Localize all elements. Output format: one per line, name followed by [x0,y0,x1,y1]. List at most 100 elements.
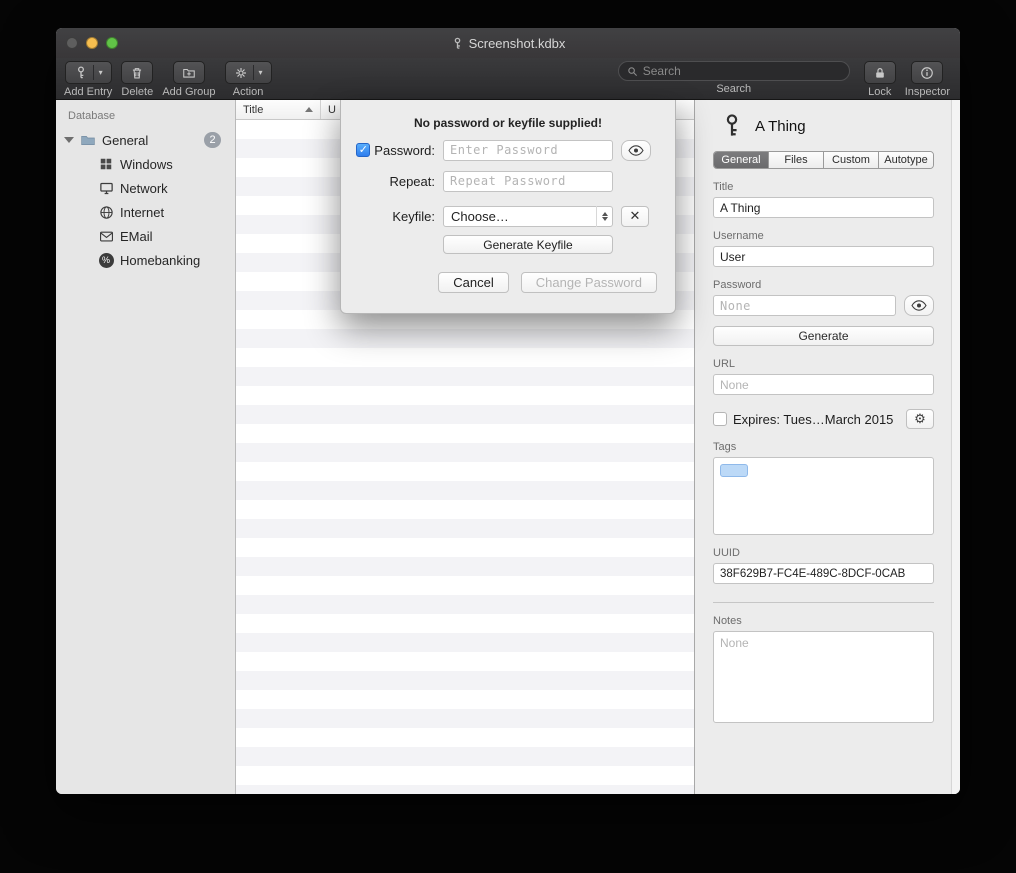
window-title-wrap: Screenshot.kdbx [56,36,960,51]
monitor-icon [98,180,114,196]
inspector-panel: A Thing General Files Custom Autotype Ti… [695,100,960,794]
action-button[interactable]: ▾ [225,61,272,84]
search-input[interactable] [643,64,841,78]
trash-icon [130,66,144,80]
add-entry-label: Add Entry [64,86,112,98]
clear-keyfile-button[interactable]: ✕ [621,206,649,227]
password-field[interactable] [713,295,896,316]
tag-chip[interactable] [720,464,748,477]
tab-autotype[interactable]: Autotype [879,152,933,168]
username-field[interactable] [713,246,934,267]
titlebar: Screenshot.kdbx [56,28,960,58]
column-username-label: U [328,104,336,116]
envelope-icon [98,228,114,244]
sidebar-item-label: Network [120,181,168,196]
delete-item: Delete [121,61,153,98]
inspector-button[interactable] [911,61,943,84]
sidebar-item-email[interactable]: EMail [56,224,235,248]
sidebar-item-general[interactable]: General 2 [56,128,235,152]
dialog-password-row: ✓ Password: [355,139,657,161]
repeat-label: Repeat: [355,174,443,189]
inspector-tabs: General Files Custom Autotype [713,151,934,169]
notes-field[interactable] [713,631,934,723]
username-label: Username [713,230,934,242]
keyfile-value: Choose… [451,209,509,224]
sidebar-item-windows[interactable]: Windows [56,152,235,176]
sidebar-item-label: EMail [120,229,153,244]
gear-icon [234,66,248,80]
sidebar-item-network[interactable]: Network [56,176,235,200]
count-badge: 2 [204,132,221,148]
window-title: Screenshot.kdbx [469,36,566,51]
app-window: Screenshot.kdbx ▾ Add Entry [56,28,960,794]
search-item: Search [618,61,850,95]
keyfile-popup[interactable]: Choose… [443,206,613,227]
chevron-down-icon[interactable]: ▾ [99,69,103,77]
sidebar-item-internet[interactable]: Internet [56,200,235,224]
tab-files[interactable]: Files [769,152,824,168]
dialog-actions: Cancel Change Password [341,272,657,293]
generate-keyfile-button[interactable]: Generate Keyfile [443,235,613,254]
action-item: ▾ Action [225,61,272,98]
dialog-keyfile-row: Keyfile: Choose… ✕ [355,205,657,227]
coin-percent-icon: % [98,252,114,268]
document-proxy-icon[interactable] [451,37,464,50]
password-checkbox[interactable]: ✓ [356,143,370,157]
tags-label: Tags [713,441,934,453]
expires-checkbox[interactable] [713,412,727,426]
add-entry-item: ▾ Add Entry [64,61,112,98]
title-label: Title [713,181,934,193]
lock-icon [873,66,887,80]
add-entry-button[interactable]: ▾ [65,61,112,84]
expires-settings-button[interactable]: ⚙ [906,409,934,429]
change-password-button[interactable]: Change Password [521,272,657,293]
action-label: Action [233,86,264,98]
search-icon [627,66,638,77]
keyfile-label: Keyfile: [355,209,443,224]
title-field[interactable] [713,197,934,218]
folder-icon [80,132,96,148]
inspector-item: Inspector [905,61,950,98]
inspector-scrollbar[interactable] [951,100,960,794]
eye-icon [911,300,927,311]
lock-button[interactable] [864,61,896,84]
tab-custom[interactable]: Custom [824,152,879,168]
sort-ascending-icon [305,107,313,112]
show-password-button[interactable] [621,140,651,161]
dialog-repeat-input[interactable] [443,171,613,192]
generate-password-button[interactable]: Generate [713,326,934,346]
sidebar-item-homebanking[interactable]: % Homebanking [56,248,235,272]
password-label: Password [713,279,934,291]
column-header-title[interactable]: Title [236,100,321,119]
info-icon [920,66,934,80]
tags-box[interactable] [713,457,934,535]
url-field[interactable] [713,374,934,395]
chevron-down-icon[interactable]: ▾ [259,69,263,77]
disclosure-triangle-icon[interactable] [64,137,74,143]
button-divider [253,65,254,80]
uuid-label: UUID [713,547,934,559]
toolbar: ▾ Add Entry Delete Add Group [56,58,960,100]
uuid-field[interactable] [713,563,934,584]
sidebar-item-label: Homebanking [120,253,200,268]
delete-label: Delete [121,86,153,98]
password-label: Password: [374,143,435,158]
windows-icon [98,156,114,172]
dialog-repeat-row: Repeat: [355,170,657,192]
dialog-message: No password or keyfile supplied! [341,116,675,130]
entry-header: A Thing [721,114,934,138]
show-password-button[interactable] [904,295,934,316]
search-field[interactable] [618,61,850,81]
button-divider [93,65,94,80]
add-group-button[interactable] [173,61,205,84]
folder-plus-icon [182,66,196,80]
section-divider [713,602,934,603]
dialog-password-input[interactable] [443,140,613,161]
sidebar-item-label: Internet [120,205,164,220]
delete-button[interactable] [121,61,153,84]
inspector-label: Inspector [905,86,950,98]
cancel-button[interactable]: Cancel [438,272,508,293]
tab-general[interactable]: General [714,152,769,168]
expires-label: Expires: Tues…March 2015 [733,412,893,427]
desktop: Screenshot.kdbx ▾ Add Entry [0,0,1016,873]
